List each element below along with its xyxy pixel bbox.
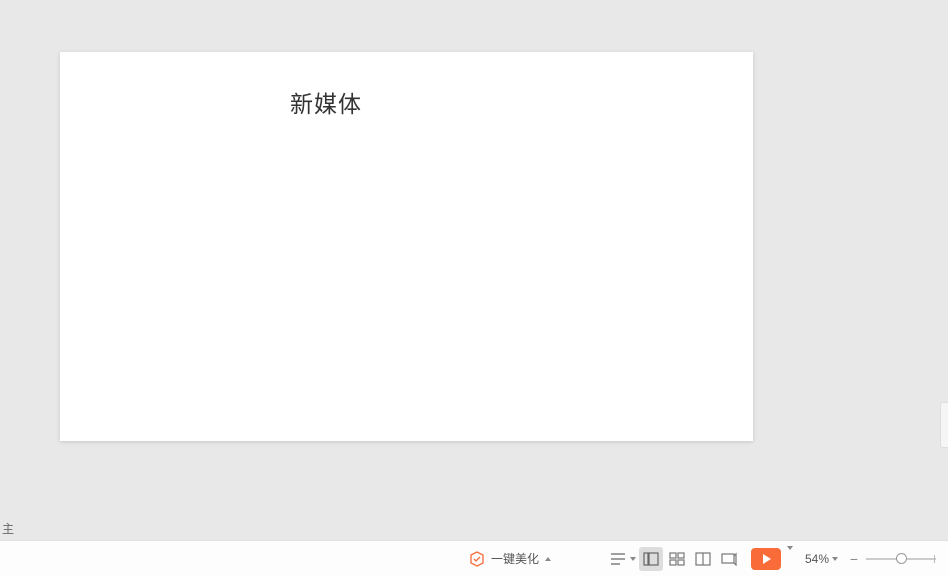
normal-view-icon: [643, 552, 659, 566]
side-panel-tab[interactable]: [940, 402, 948, 448]
play-slideshow-button[interactable]: [751, 548, 781, 570]
beautify-icon: [469, 551, 485, 567]
chevron-down-icon: [787, 546, 793, 567]
slide[interactable]: 新媒体: [60, 52, 753, 441]
chevron-down-icon: [832, 557, 838, 561]
normal-view-button[interactable]: [639, 547, 663, 571]
reading-view-icon: [695, 552, 711, 566]
beautify-label: 一键美化: [491, 550, 539, 567]
slider-tick: [934, 555, 935, 563]
sorter-view-button[interactable]: [665, 547, 689, 571]
zoom-level-button[interactable]: 54%: [805, 552, 838, 566]
slideshow-view-button[interactable]: [717, 547, 741, 571]
zoom-out-button[interactable]: −: [846, 551, 862, 567]
sorter-view-icon: [669, 552, 685, 566]
zoom-slider[interactable]: [866, 551, 936, 567]
play-icon: [763, 554, 771, 564]
chevron-up-icon: [545, 557, 551, 561]
beautify-button[interactable]: 一键美化: [463, 547, 557, 570]
slideshow-view-icon: [721, 552, 737, 566]
bottom-toolbar: 一键美化 54% −: [0, 540, 948, 576]
play-dropdown-button[interactable]: [783, 550, 797, 568]
slide-text-box[interactable]: 新媒体: [290, 85, 362, 119]
notes-button[interactable]: [607, 550, 639, 568]
status-bar-text: 主: [0, 520, 14, 537]
slide-canvas-area[interactable]: 新媒体: [0, 0, 948, 540]
chevron-down-icon: [630, 557, 636, 561]
notes-lines-icon: [610, 552, 628, 566]
view-mode-group: [639, 547, 741, 571]
zoom-level-text: 54%: [805, 552, 829, 566]
slider-thumb[interactable]: [896, 553, 907, 564]
reading-view-button[interactable]: [691, 547, 715, 571]
